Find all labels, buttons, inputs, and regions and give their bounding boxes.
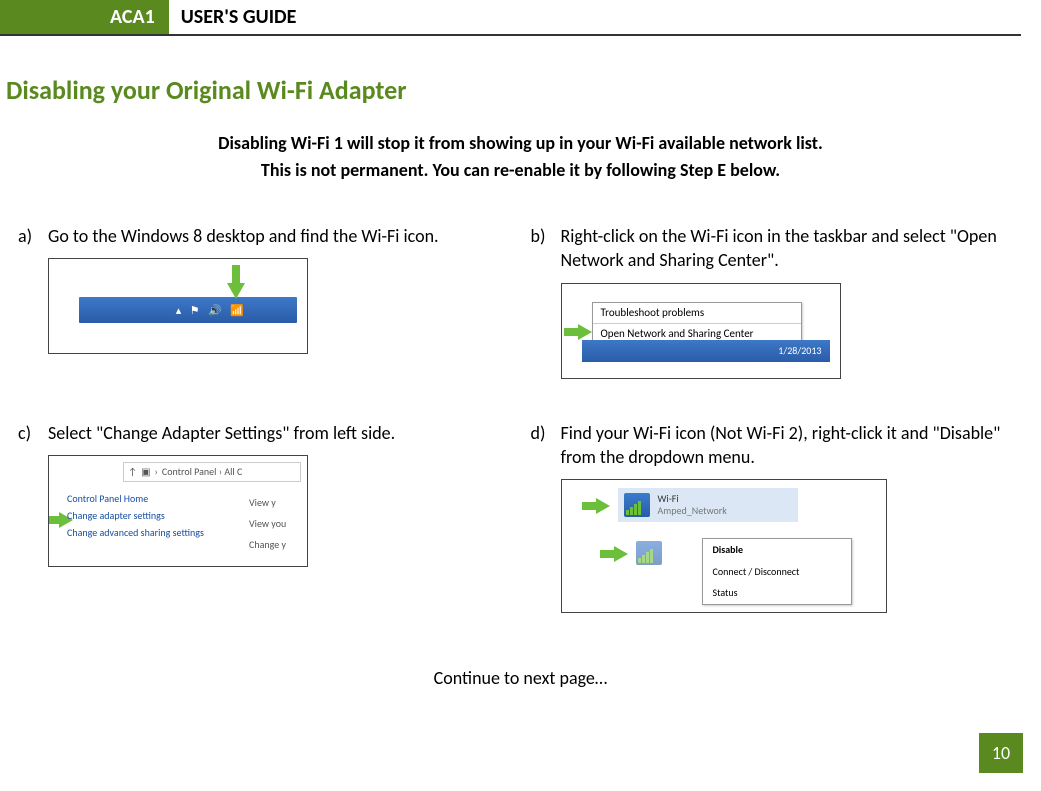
- step-b-label: b): [531, 224, 561, 379]
- wifi-adapter-tile-2[interactable]: [636, 538, 692, 568]
- cp-home[interactable]: Control Panel Home: [67, 490, 217, 507]
- arrow-right-icon: [578, 324, 592, 340]
- cp-change-sharing[interactable]: Change advanced sharing settings: [67, 524, 217, 541]
- model-badge: ACA1: [20, 0, 169, 34]
- cp-change-adapter[interactable]: Change adapter settings: [67, 507, 217, 524]
- cp-r1: View y: [249, 492, 286, 513]
- signal-bars-icon: [638, 549, 653, 563]
- step-c-text: Select "Change Adapter Settings" from le…: [48, 421, 511, 445]
- breadcrumb-text: Control Panel › All C: [162, 465, 242, 479]
- wifi-adapter-icon: [636, 541, 662, 565]
- arrow-right-icon: [596, 498, 610, 514]
- menu-item-disable[interactable]: Disable: [703, 539, 851, 561]
- taskbar-date: 1/28/2013: [778, 344, 821, 358]
- step-a: a) Go to the Windows 8 desktop and find …: [18, 224, 511, 379]
- screenshot-c: ↑ ▣ › Control Panel › All C Control Pane…: [48, 455, 308, 567]
- step-a-text: Go to the Windows 8 desktop and find the…: [48, 224, 511, 248]
- step-c-label: c): [18, 421, 48, 614]
- step-d: d) Find your Wi-Fi icon (Not Wi-Fi 2), r…: [531, 421, 1024, 614]
- continue-text: Continue to next page…: [0, 667, 1041, 689]
- arrow-down-icon: [227, 283, 245, 299]
- step-b: b) Right-click on the Wi-Fi icon in the …: [531, 224, 1024, 379]
- guide-title: USER'S GUIDE: [169, 0, 297, 34]
- wifi-network: Amped_Network: [658, 505, 727, 517]
- screenshot-d: Wi-Fi Amped_Network Disable Connect / Di…: [561, 479, 887, 613]
- intro-line-2: This is not permanent. You can re-enable…: [0, 157, 1041, 184]
- signal-bars-icon: [626, 501, 641, 515]
- header-accent: [0, 0, 20, 34]
- step-d-text: Find your Wi-Fi icon (Not Wi-Fi 2), righ…: [561, 421, 1024, 470]
- arrow-right-icon: [614, 546, 628, 562]
- control-panel-main: View y View you Change y: [249, 492, 286, 555]
- step-a-label: a): [18, 224, 48, 379]
- header-bar: ACA1 USER'S GUIDE: [0, 0, 1021, 36]
- cp-r3: Change y: [249, 534, 286, 555]
- intro-line-1: Disabling Wi-Fi 1 will stop it from show…: [0, 130, 1041, 157]
- tray-icons: ▴ ⚑ 🔊 📶: [176, 304, 247, 319]
- screenshot-a: ▴ ⚑ 🔊 📶: [48, 258, 308, 354]
- steps-grid: a) Go to the Windows 8 desktop and find …: [0, 224, 1041, 613]
- folder-icon: ▣: [141, 465, 150, 479]
- intro-block: Disabling Wi-Fi 1 will stop it from show…: [0, 130, 1041, 184]
- cp-r2: View you: [249, 513, 286, 534]
- menu-item-troubleshoot[interactable]: Troubleshoot problems: [593, 303, 801, 324]
- control-panel-nav: Control Panel Home Change adapter settin…: [67, 490, 217, 541]
- screenshot-b: Troubleshoot problems Open Network and S…: [561, 283, 841, 379]
- wifi-adapter-icon: [624, 493, 650, 517]
- step-c: c) Select "Change Adapter Settings" from…: [18, 421, 511, 614]
- menu-item-status[interactable]: Status: [703, 582, 851, 604]
- wifi-adapter-tile[interactable]: Wi-Fi Amped_Network: [618, 488, 798, 522]
- step-b-text: Right-click on the Wi-Fi icon in the tas…: [561, 224, 1024, 273]
- breadcrumb[interactable]: ↑ ▣ › Control Panel › All C: [123, 462, 301, 482]
- up-icon: ↑: [128, 465, 137, 479]
- page-number: 10: [979, 733, 1023, 773]
- section-title: Disabling your Original Wi-Fi Adapter: [6, 74, 1041, 106]
- adapter-context-menu: Disable Connect / Disconnect Status: [702, 538, 852, 605]
- menu-item-connect[interactable]: Connect / Disconnect: [703, 561, 851, 583]
- step-d-label: d): [531, 421, 561, 614]
